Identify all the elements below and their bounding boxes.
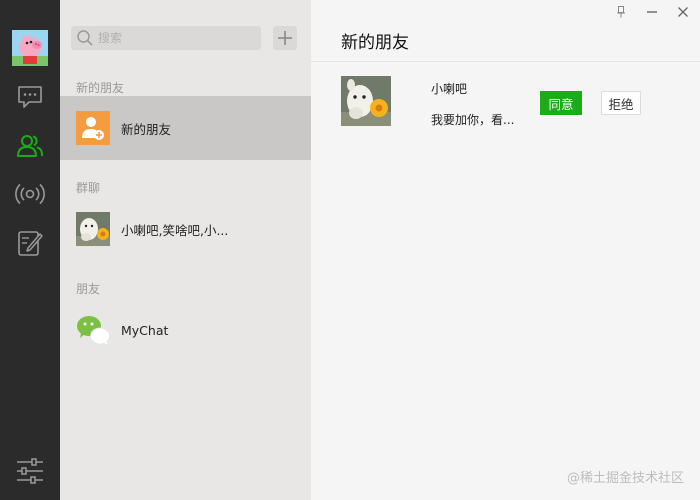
list-item-group-chat[interactable]: 小喇吧,笑啥吧,小... xyxy=(60,197,311,261)
list-item-label: 新的朋友 xyxy=(121,121,172,137)
minimize-button[interactable] xyxy=(642,4,662,20)
watermark: @稀土掘金技术社区 xyxy=(566,471,684,486)
request-name: 小喇吧 xyxy=(431,82,468,96)
pin-window-button[interactable] xyxy=(611,4,631,20)
section-label-friends: 朋友 xyxy=(76,282,101,296)
nav-moments-button[interactable] xyxy=(15,179,45,209)
chat-icon xyxy=(18,86,42,108)
nav-chat-button[interactable] xyxy=(15,82,45,112)
page-title: 新的朋友 xyxy=(341,33,409,53)
pig-avatar-icon xyxy=(12,30,48,66)
pin-icon xyxy=(617,6,625,18)
app-window: 新的朋友 新的朋友 群聊 xyxy=(0,0,700,500)
list-item-label: MyChat xyxy=(121,322,169,338)
list-item-mychat[interactable]: MyChat xyxy=(60,298,311,362)
nav-bar xyxy=(0,0,60,500)
mychat-logo-icon xyxy=(76,313,110,347)
group-avatar xyxy=(76,212,110,246)
detail-panel: 新的朋友 小喇吧 我要加你，看... 同意 拒绝 @稀土掘金技术社区 xyxy=(311,0,700,500)
title-divider xyxy=(311,61,700,62)
add-contact-button[interactable] xyxy=(273,26,297,50)
edit-icon xyxy=(18,231,43,256)
request-avatar[interactable] xyxy=(341,76,391,126)
new-friend-icon xyxy=(76,111,110,145)
contacts-icon xyxy=(17,135,43,157)
avatar[interactable] xyxy=(12,30,48,66)
nav-settings-button[interactable] xyxy=(15,456,45,486)
section-label-group-chats: 群聊 xyxy=(76,181,101,195)
nav-notes-button[interactable] xyxy=(15,228,45,258)
search-input[interactable] xyxy=(98,27,258,49)
reject-button[interactable]: 拒绝 xyxy=(601,91,641,115)
nav-contacts-button[interactable] xyxy=(15,131,45,161)
settings-sliders-icon xyxy=(17,458,43,484)
close-button[interactable] xyxy=(673,4,693,20)
request-message: 我要加你，看... xyxy=(431,113,515,127)
accept-button[interactable]: 同意 xyxy=(540,91,582,115)
search-icon xyxy=(77,30,93,46)
close-icon xyxy=(678,7,688,17)
list-item-new-friends[interactable]: 新的朋友 xyxy=(60,96,311,160)
minimize-icon xyxy=(647,11,657,13)
section-label-new-friends: 新的朋友 xyxy=(76,81,125,95)
moments-icon xyxy=(15,183,45,205)
contact-list-pane: 新的朋友 新的朋友 群聊 xyxy=(60,0,311,500)
list-item-label: 小喇吧,笑啥吧,小... xyxy=(121,222,229,238)
plus-icon xyxy=(278,31,292,45)
